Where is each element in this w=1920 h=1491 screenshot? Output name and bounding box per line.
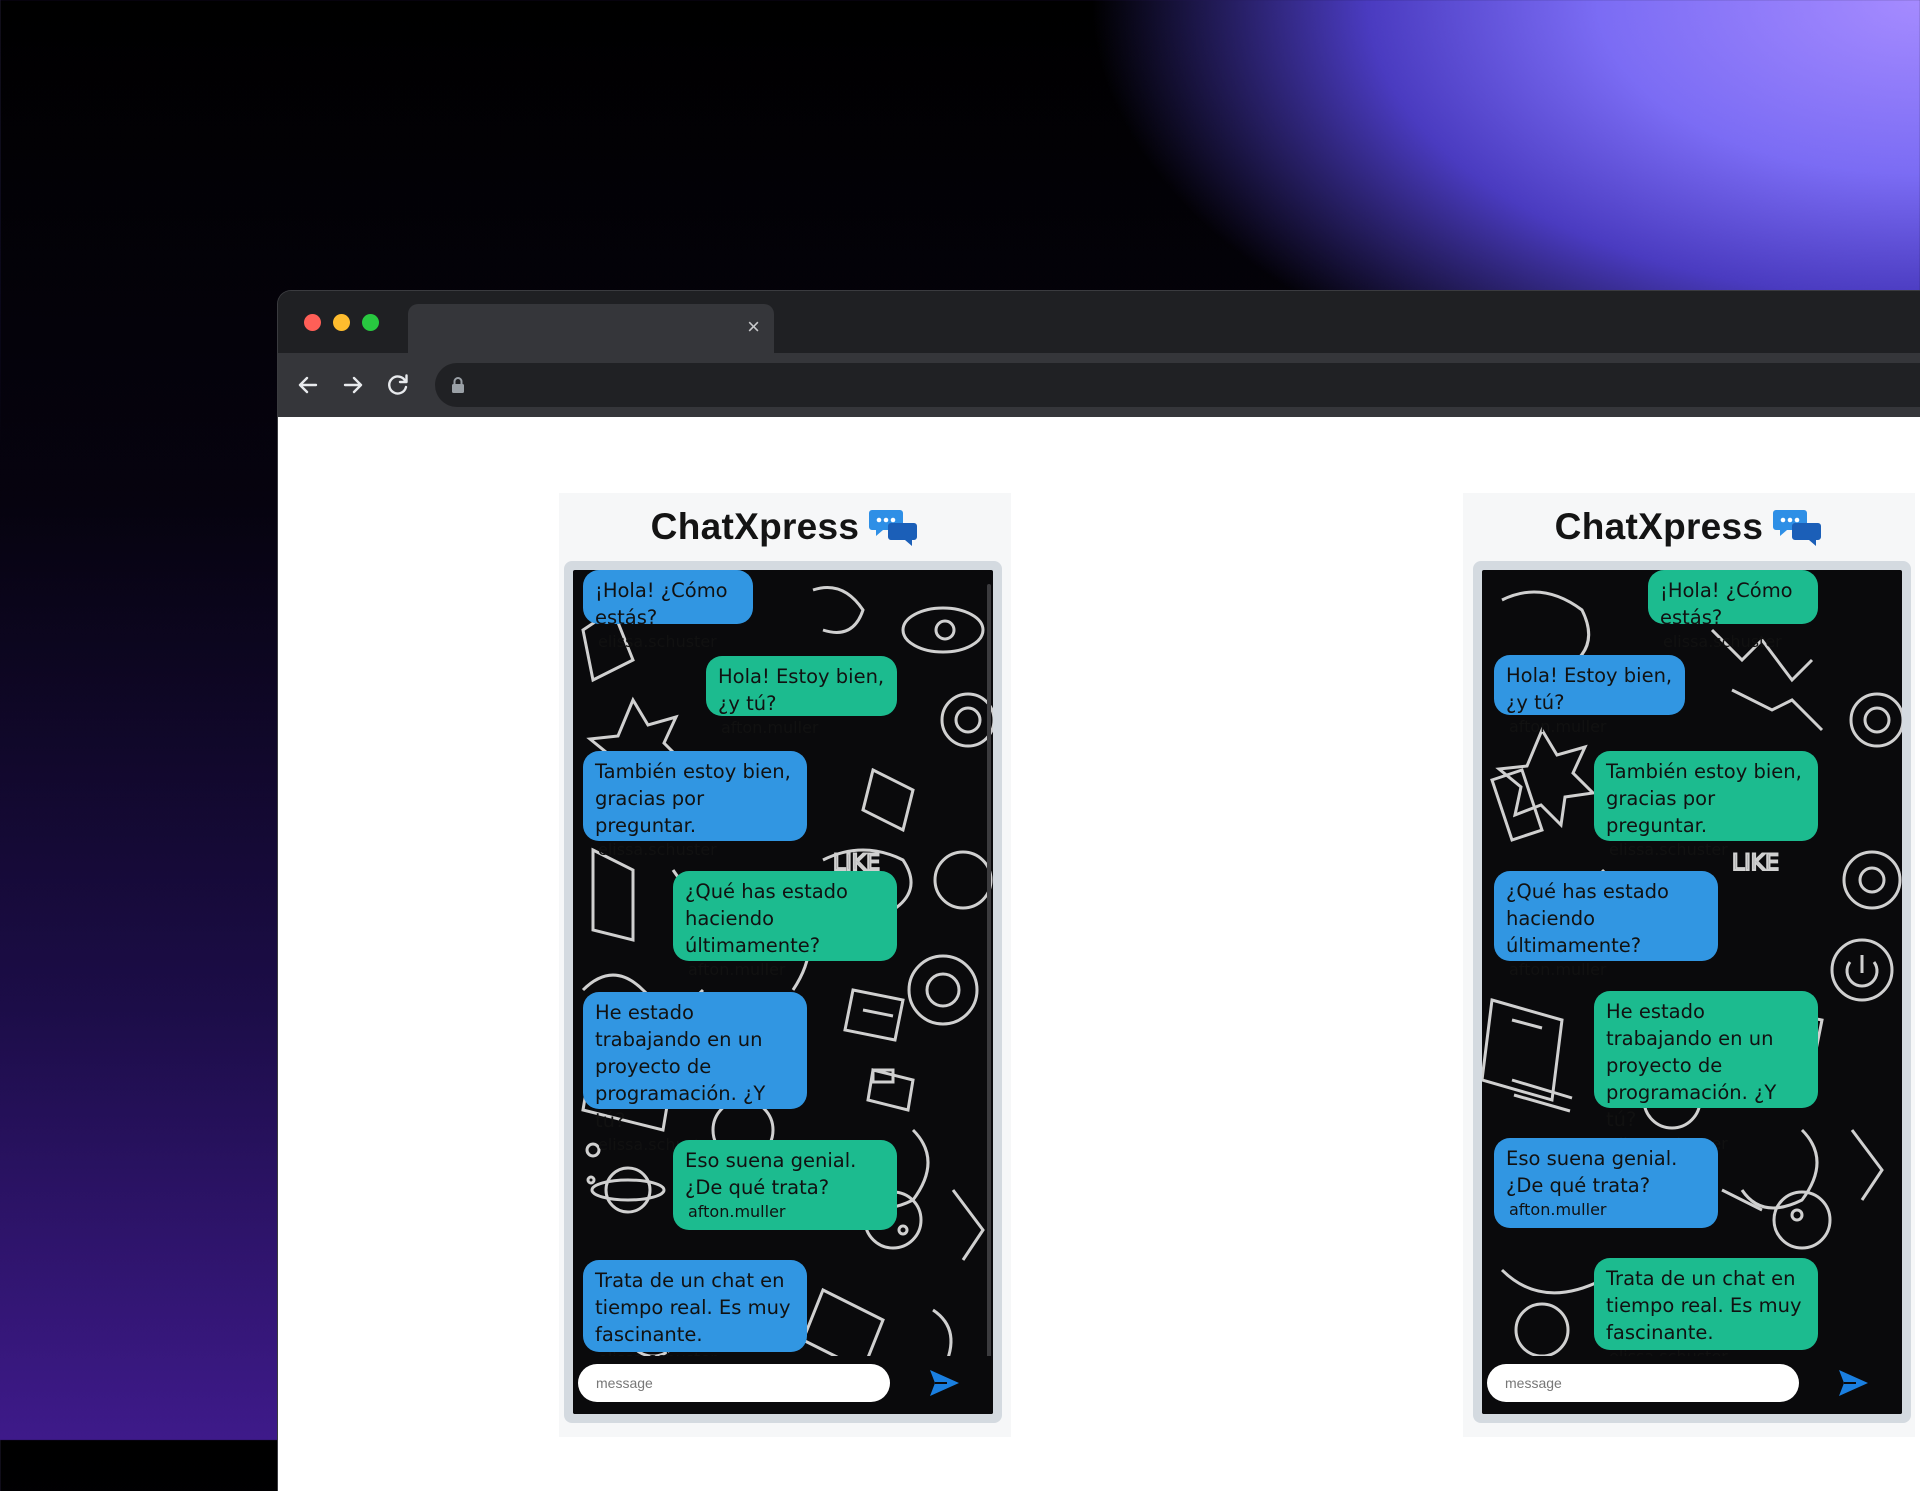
app-header: ChatXpress	[559, 493, 1011, 561]
message-bubble: He estado trabajando en un proyecto de p…	[1594, 991, 1818, 1153]
chat-bubbles-icon	[869, 510, 918, 546]
message-bubble: Hola! Estoy bien, ¿y tú? afton.muller	[1494, 655, 1685, 736]
message-bubble: Eso suena genial. ¿De qué trata? afton.m…	[673, 1140, 897, 1230]
message-username: afton.muller	[1509, 717, 1607, 736]
phone-frame: LIKE ¡Hola! ¿Cómo estás? elissa.schuster…	[1473, 561, 1911, 1423]
message-text: Trata de un chat en tiempo real. Es muy …	[1606, 1267, 1802, 1344]
forward-arrow-icon[interactable]	[339, 371, 367, 399]
window-minimize-dot[interactable]	[333, 314, 350, 331]
message-text: Trata de un chat en tiempo real. Es muy …	[595, 1269, 791, 1346]
chat-app-left: ChatXpress LIKE ¡Hola! ¿Cómo estás? elis…	[559, 493, 1011, 1437]
message-bubble: ¿Qué has estado haciendo últimamente? af…	[1494, 871, 1718, 979]
chat-screen[interactable]: LIKE ¡Hola! ¿Cómo estás? elissa.schuster…	[573, 570, 993, 1414]
message-bubble: También estoy bien, gracias por pregunta…	[1594, 751, 1818, 859]
message-username: afton.muller	[688, 1202, 786, 1221]
message-text: He estado trabajando en un proyecto de p…	[1606, 1000, 1777, 1131]
message-input[interactable]	[578, 1364, 890, 1402]
message-text: ¡Hola! ¿Cómo estás?	[1660, 579, 1793, 629]
browser-toolbar	[278, 353, 1920, 417]
message-username: afton.muller	[688, 960, 786, 979]
message-text: También estoy bien, gracias por pregunta…	[595, 760, 791, 837]
reload-icon[interactable]	[384, 371, 412, 399]
scrollbar[interactable]	[987, 584, 991, 1384]
message-text: Hola! Estoy bien, ¿y tú?	[718, 665, 885, 715]
message-text: Hola! Estoy bien, ¿y tú?	[1506, 664, 1673, 714]
message-text: He estado trabajando en un proyecto de p…	[595, 1001, 766, 1132]
message-username: elissa.schuster	[1663, 632, 1782, 651]
message-bubble: Hola! Estoy bien, ¿y tú? afton.muller	[706, 656, 897, 737]
message-bubble: Trata de un chat en tiempo real. Es muy …	[1594, 1258, 1818, 1366]
lock-icon	[452, 377, 464, 393]
message-username: afton.muller	[1509, 960, 1607, 979]
message-username: afton.muller	[1509, 1200, 1607, 1219]
message-text: ¡Hola! ¿Cómo estás?	[595, 579, 728, 629]
message-compose-row	[1482, 1356, 1902, 1414]
message-text: ¿Qué has estado haciendo últimamente?	[685, 880, 848, 957]
message-compose-row	[573, 1356, 993, 1414]
message-text: Eso suena genial. ¿De qué trata?	[1506, 1147, 1678, 1197]
message-bubble: He estado trabajando en un proyecto de p…	[583, 992, 807, 1154]
app-title: ChatXpress	[1554, 506, 1764, 547]
address-bar[interactable]	[435, 363, 1920, 407]
send-icon[interactable]	[927, 1366, 961, 1400]
message-username: elissa.schuster	[598, 632, 717, 651]
back-arrow-icon[interactable]	[294, 371, 322, 399]
message-bubble: ¿Qué has estado haciendo últimamente? af…	[673, 871, 897, 979]
page-viewport: ChatXpress LIKE ¡Hola! ¿Cómo estás? elis…	[278, 417, 1920, 1491]
window-maximize-dot[interactable]	[362, 314, 379, 331]
browser-tab[interactable]: ×	[408, 304, 774, 354]
close-icon[interactable]: ×	[747, 316, 760, 338]
message-bubble: También estoy bien, gracias por pregunta…	[583, 751, 807, 859]
message-input[interactable]	[1487, 1364, 1799, 1402]
message-username: afton.muller	[721, 718, 819, 737]
app-title: ChatXpress	[650, 506, 860, 547]
message-text: También estoy bien, gracias por pregunta…	[1606, 760, 1802, 837]
chat-bubbles-icon	[1773, 510, 1822, 546]
message-username: elissa.schuster	[598, 840, 717, 859]
window-close-dot[interactable]	[304, 314, 321, 331]
browser-window: × ChatXpress LIKE ¡Hola! ¿Cómo estás? el…	[277, 290, 1920, 1491]
chat-app-right: ChatXpress LIKE ¡Hola! ¿Cómo estás? elis…	[1463, 493, 1915, 1437]
app-header: ChatXpress	[1463, 493, 1915, 561]
message-text: Eso suena genial. ¿De qué trata?	[685, 1149, 857, 1199]
chat-screen[interactable]: LIKE ¡Hola! ¿Cómo estás? elissa.schuster…	[1482, 570, 1902, 1414]
message-username: elissa.schuster	[1609, 840, 1728, 859]
phone-frame: LIKE ¡Hola! ¿Cómo estás? elissa.schuster…	[564, 561, 1002, 1423]
message-bubble: Eso suena genial. ¿De qué trata? afton.m…	[1494, 1138, 1718, 1228]
message-bubble: ¡Hola! ¿Cómo estás? elissa.schuster	[583, 570, 753, 651]
message-bubble: ¡Hola! ¿Cómo estás? elissa.schuster	[1648, 570, 1818, 651]
tab-bar: ×	[278, 291, 1920, 354]
message-text: ¿Qué has estado haciendo últimamente?	[1506, 880, 1669, 957]
message-bubble: Trata de un chat en tiempo real. Es muy …	[583, 1260, 807, 1368]
send-icon[interactable]	[1836, 1366, 1870, 1400]
